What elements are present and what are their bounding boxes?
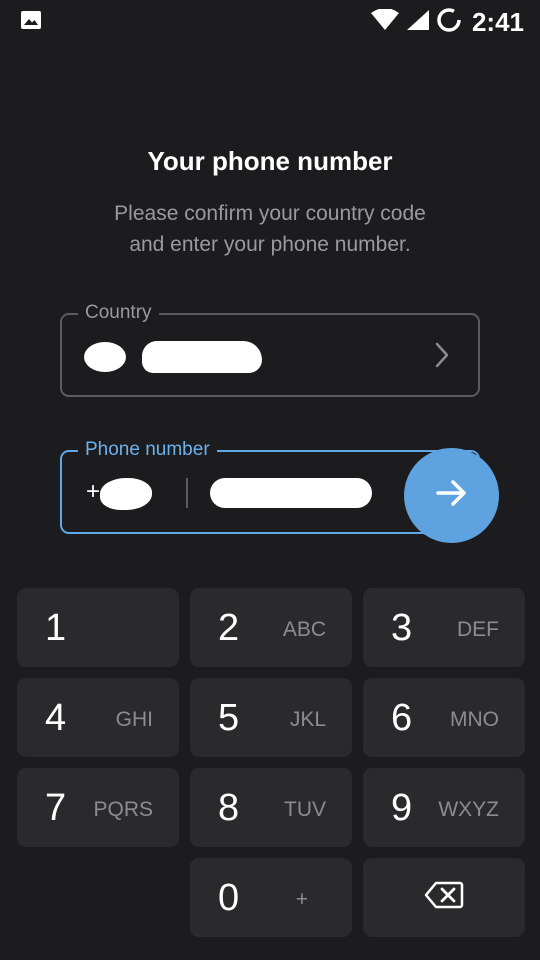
page-title: Your phone number — [147, 146, 393, 176]
key-letters: TUV — [284, 798, 326, 821]
country-code-redacted[interactable] — [100, 478, 152, 510]
page-subtitle: Please confirm your country code and ent… — [70, 198, 470, 260]
keypad-key-2[interactable]: 2 ABC — [190, 588, 352, 667]
sync-icon — [436, 7, 462, 38]
image-icon — [20, 10, 42, 35]
key-digit: 4 — [45, 697, 67, 739]
status-bar: 2:41 — [0, 0, 540, 44]
wifi-icon — [370, 8, 400, 36]
next-button[interactable] — [404, 448, 499, 543]
country-code-prefix: + — [86, 478, 101, 505]
key-letters: DEF — [457, 618, 499, 641]
key-digit: 3 — [391, 607, 413, 649]
key-digit: 1 — [45, 607, 67, 649]
phone-login-screen: 2:41 Your phone number Please confirm yo… — [0, 0, 540, 960]
keypad-key-1[interactable]: 1 — [17, 588, 179, 667]
key-digit: 6 — [391, 697, 413, 739]
country-flag-redacted — [84, 342, 126, 372]
phone-field-label: Phone number — [78, 437, 217, 463]
country-field[interactable]: Country — [60, 300, 480, 397]
backspace-icon — [424, 881, 464, 914]
code-divider — [186, 478, 188, 508]
key-digit: 5 — [218, 697, 240, 739]
key-letters: JKL — [289, 708, 326, 731]
key-digit: 7 — [45, 787, 67, 829]
keypad-key-8[interactable]: 8 TUV — [190, 768, 352, 847]
chevron-right-icon — [434, 341, 450, 374]
country-field-label: Country — [78, 300, 159, 326]
key-digit: 9 — [391, 787, 413, 829]
key-letters: PQRS — [93, 798, 153, 821]
key-letters: + — [295, 888, 308, 911]
keypad-key-9[interactable]: 9 WXYZ — [363, 768, 525, 847]
phone-number-redacted[interactable] — [210, 478, 372, 508]
keypad-key-7[interactable]: 7 PQRS — [17, 768, 179, 847]
status-time: 2:41 — [471, 7, 524, 37]
key-letters: WXYZ — [438, 798, 499, 821]
subtitle-line-1: Please confirm your country code — [114, 202, 426, 225]
keypad-backspace-key[interactable] — [363, 858, 525, 937]
cellular-icon — [406, 9, 430, 36]
keypad-key-6[interactable]: 6 MNO — [363, 678, 525, 757]
key-letters: GHI — [115, 708, 153, 731]
key-digit: 2 — [218, 607, 240, 649]
key-digit: 8 — [218, 787, 240, 829]
key-digit: 0 — [218, 877, 240, 919]
country-name-redacted-tail — [232, 351, 260, 371]
keypad-key-5[interactable]: 5 JKL — [190, 678, 352, 757]
key-letters: MNO — [450, 708, 499, 731]
subtitle-line-2: and enter your phone number. — [129, 233, 411, 256]
keypad-key-0[interactable]: 0 + — [190, 858, 352, 937]
key-letters: ABC — [282, 618, 326, 641]
arrow-right-icon — [435, 478, 469, 513]
keypad-key-3[interactable]: 3 DEF — [363, 588, 525, 667]
keypad-key-4[interactable]: 4 GHI — [17, 678, 179, 757]
